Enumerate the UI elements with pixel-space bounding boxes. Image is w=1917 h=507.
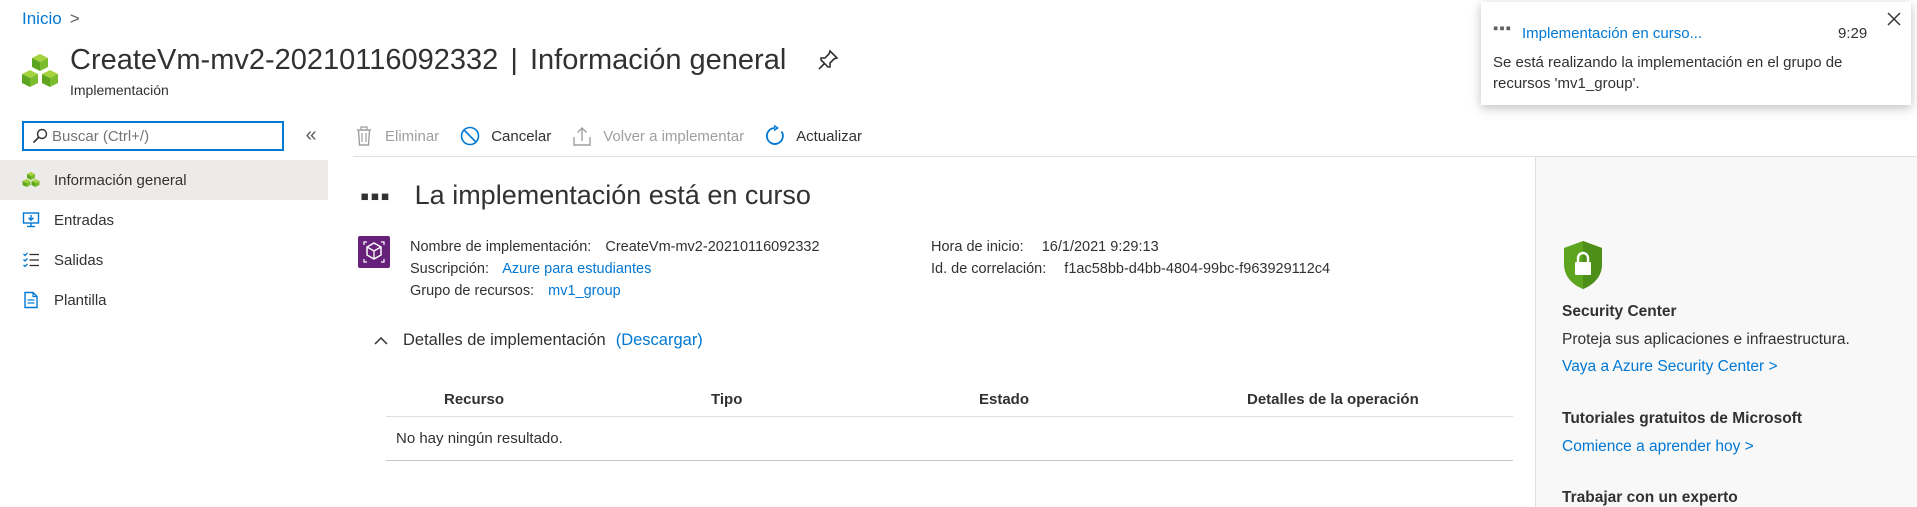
- sidebar-item-label: Información general: [54, 171, 187, 189]
- start-time-value: 16/1/2021 9:29:13: [1041, 239, 1159, 255]
- upload-icon: [573, 127, 591, 146]
- correlation-label: Id. de correlación:: [931, 261, 1047, 277]
- notification-title-link[interactable]: Implementación en curso...: [1522, 25, 1702, 42]
- sidebar-item-label: Salidas: [54, 251, 104, 269]
- deployment-name-value: CreateVm-mv2-20210116092332: [605, 239, 820, 255]
- page-title-section: Información general: [529, 44, 787, 76]
- page-header: CreateVm-mv2-20210116092332 | Informació…: [20, 40, 840, 98]
- sidebar-item-inputs[interactable]: Entradas: [0, 200, 328, 240]
- deployment-name-label: Nombre de implementación:: [410, 239, 592, 255]
- deployment-info-right: Hora de inicio: 16/1/2021 9:29:13 Id. de…: [931, 236, 1330, 280]
- column-header-operation-details[interactable]: Detalles de la operación: [1247, 391, 1419, 408]
- sidebar-item-overview[interactable]: Información general: [0, 160, 328, 200]
- download-link[interactable]: (Descargar): [616, 331, 703, 350]
- deployment-info-left: Nombre de implementación: CreateVm-mv2-2…: [410, 236, 820, 302]
- redeploy-label: Volver a implementar: [603, 127, 745, 145]
- deployment-icon: [358, 236, 390, 268]
- security-center-link[interactable]: Vaya a Azure Security Center >: [1562, 358, 1778, 376]
- column-header-status[interactable]: Estado: [979, 391, 1029, 408]
- delete-label: Eliminar: [385, 127, 440, 145]
- deployment-heading: La implementación está en curso: [414, 180, 811, 210]
- pin-icon[interactable]: [816, 48, 840, 72]
- resource-cubes-icon: [22, 54, 58, 87]
- deployment-info: Nombre de implementación: CreateVm-mv2-2…: [358, 236, 820, 302]
- table-header: Recurso Tipo Estado Detalles de la opera…: [386, 383, 1513, 417]
- column-header-resource[interactable]: Recurso: [444, 391, 504, 408]
- resource-group-row: Grupo de recursos: mv1_group: [410, 280, 820, 302]
- command-bar: Eliminar Cancelar Volver a implementar A…: [353, 118, 882, 154]
- redeploy-button[interactable]: Volver a implementar: [571, 125, 744, 147]
- collapse-sidebar-button[interactable]: «: [300, 124, 322, 146]
- correlation-value: f1ac58bb-d4bb-4804-99bc-f963929112c4: [1064, 261, 1331, 277]
- breadcrumb-separator: >: [69, 9, 80, 28]
- deployment-status-heading: ▪▪▪ La implementación está en curso: [360, 180, 811, 211]
- sidebar-item-outputs[interactable]: Salidas: [0, 240, 328, 280]
- start-time-row: Hora de inicio: 16/1/2021 9:29:13: [931, 236, 1330, 258]
- tutorials-link[interactable]: Comience a aprender hoy >: [1562, 438, 1754, 456]
- sidebar-item-label: Plantilla: [54, 291, 107, 309]
- start-time-label: Hora de inicio:: [931, 239, 1024, 255]
- table-empty-row: No hay ningún resultado.: [386, 417, 1513, 461]
- resource-group-link[interactable]: mv1_group: [548, 283, 621, 299]
- resource-group-label: Grupo de recursos:: [410, 283, 535, 299]
- expert-title: Trabajar con un experto: [1562, 489, 1738, 506]
- subscription-row: Suscripción: Azure para estudiantes: [410, 258, 820, 280]
- deployment-name-row: Nombre de implementación: CreateVm-mv2-2…: [410, 236, 820, 258]
- chevron-up-icon[interactable]: [373, 333, 389, 349]
- security-center-text: Proteja sus aplicaciones e infraestructu…: [1562, 331, 1850, 348]
- cancel-icon: [460, 126, 480, 146]
- tutorials-title: Tutoriales gratuitos de Microsoft: [1562, 410, 1802, 427]
- right-info-panel: Security Center Proteja sus aplicaciones…: [1535, 157, 1917, 507]
- trash-icon: [357, 126, 371, 146]
- deployment-details-header[interactable]: Detalles de implementación (Descargar): [373, 331, 703, 350]
- table-empty-message: No hay ningún resultado.: [396, 430, 563, 447]
- security-center-title: Security Center: [1562, 303, 1677, 320]
- sidebar-nav: Información general Entradas Salidas Pla…: [0, 160, 328, 320]
- notification-time: 9:29: [1838, 25, 1868, 42]
- refresh-button[interactable]: Actualizar: [764, 125, 862, 147]
- notification-toast[interactable]: ▪▪▪ Implementación en curso... 9:29 Se e…: [1481, 2, 1911, 105]
- deployment-details-table: Recurso Tipo Estado Detalles de la opera…: [386, 383, 1513, 461]
- subscription-link[interactable]: Azure para estudiantes: [502, 261, 651, 277]
- search-box[interactable]: [22, 121, 284, 151]
- page-title-name: CreateVm-mv2-20210116092332: [70, 44, 499, 76]
- breadcrumb: Inicio >: [22, 9, 80, 29]
- notification-progress-icon: ▪▪▪: [1493, 20, 1512, 37]
- correlation-row: Id. de correlación: f1ac58bb-d4bb-4804-9…: [931, 258, 1330, 280]
- overview-icon: [22, 172, 40, 187]
- column-header-type[interactable]: Tipo: [711, 391, 742, 408]
- deployment-details-heading: Detalles de implementación: [403, 331, 606, 349]
- in-progress-dots-icon: ▪▪▪: [360, 180, 391, 211]
- breadcrumb-home-link[interactable]: Inicio: [22, 9, 62, 29]
- close-icon[interactable]: [1886, 11, 1902, 27]
- sidebar-item-template[interactable]: Plantilla: [0, 280, 328, 320]
- search-icon: [32, 128, 48, 144]
- refresh-label: Actualizar: [796, 127, 862, 145]
- shield-lock-icon: [1564, 241, 1602, 289]
- cancel-button[interactable]: Cancelar: [459, 125, 551, 147]
- page-title-separator: |: [510, 44, 518, 76]
- inputs-icon: [22, 212, 40, 228]
- sidebar-item-label: Entradas: [54, 211, 115, 229]
- notification-message: Se está realizando la implementación en …: [1493, 54, 1843, 92]
- search-input[interactable]: [52, 127, 272, 145]
- page-title: CreateVm-mv2-20210116092332 | Informació…: [70, 40, 786, 80]
- subscription-label: Suscripción:: [410, 261, 489, 277]
- cancel-label: Cancelar: [491, 127, 552, 145]
- template-icon: [24, 291, 38, 309]
- refresh-icon: [766, 125, 784, 145]
- page-subtitle: Implementación: [70, 82, 169, 98]
- outputs-icon: [23, 252, 39, 268]
- delete-button[interactable]: Eliminar: [353, 125, 439, 147]
